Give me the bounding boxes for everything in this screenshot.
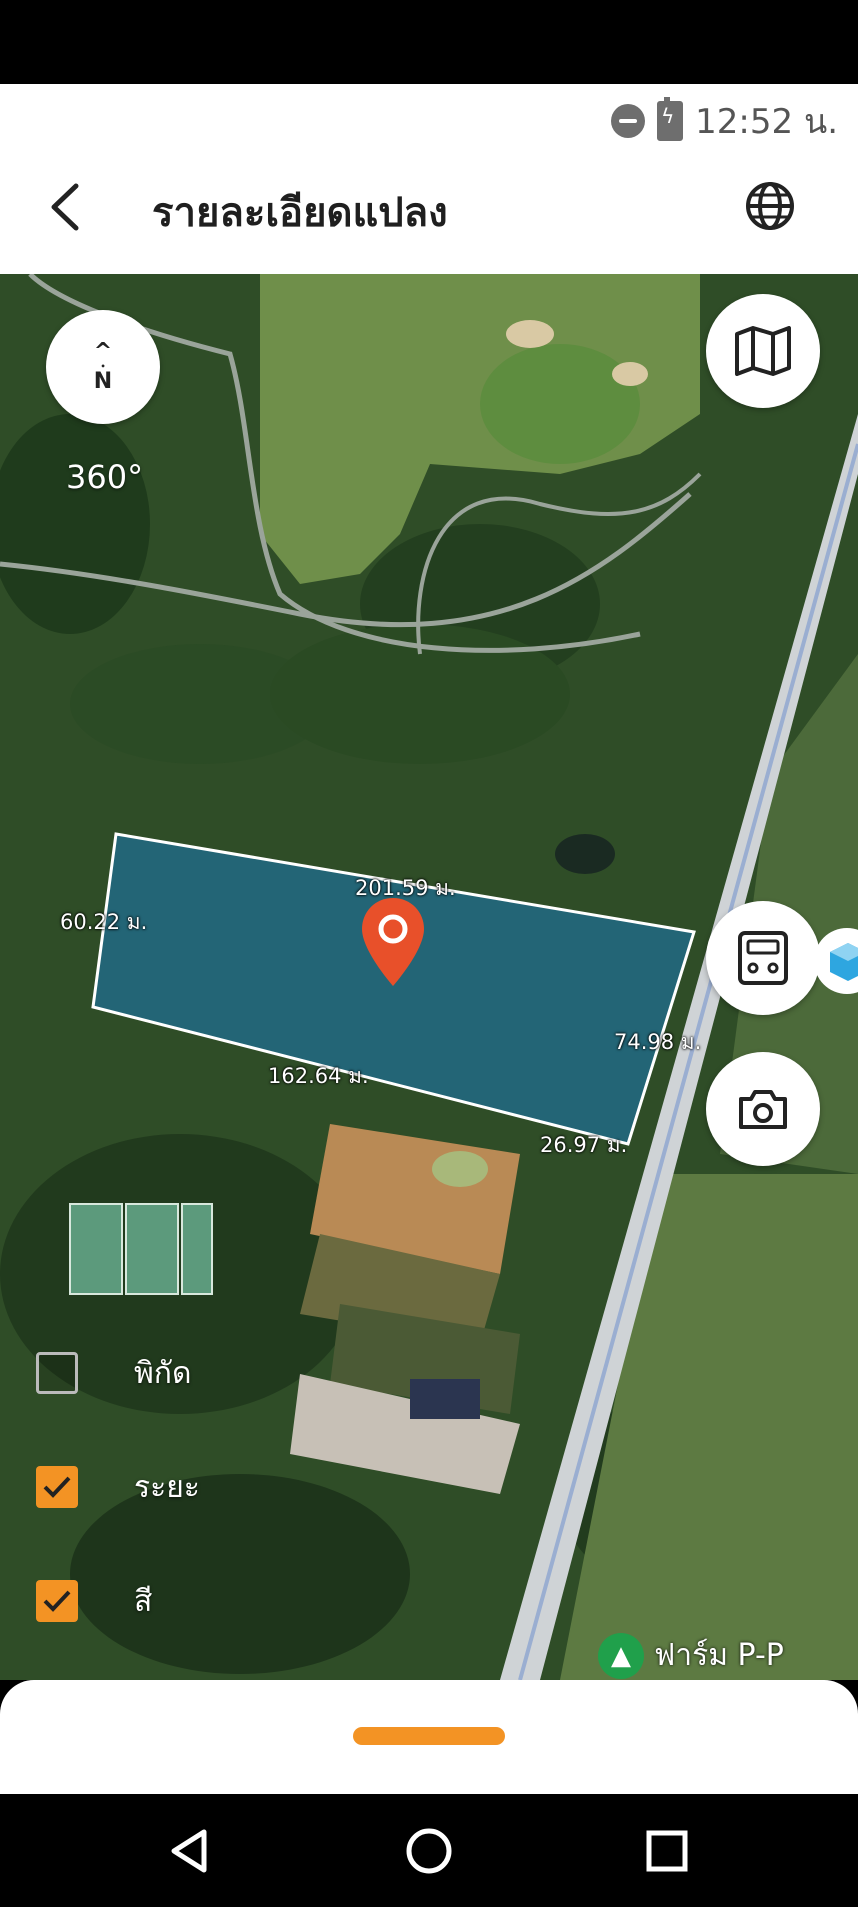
checkbox-distance[interactable] [36, 1466, 78, 1508]
layer-toggle-distance[interactable]: ระยะ [36, 1466, 200, 1508]
nav-recents-button[interactable] [642, 1826, 692, 1876]
status-indicators: 12:52 น. [611, 94, 838, 148]
checkbox-coordinates[interactable] [36, 1352, 78, 1394]
checkmark-icon [43, 1590, 71, 1612]
distance-label-top: 201.59 ม. [355, 876, 456, 900]
calculator-icon [738, 931, 788, 985]
back-button[interactable] [38, 172, 98, 242]
dnd-icon [611, 104, 646, 138]
location-pin-icon[interactable] [360, 896, 426, 988]
nav-home-button[interactable] [404, 1826, 454, 1876]
distance-label-bottom: 162.64 ม. [268, 1064, 369, 1088]
back-arrow-icon [51, 183, 79, 231]
poi-label: ฟาร์ม P-P [654, 1638, 784, 1673]
nav-recents-icon [646, 1830, 688, 1872]
distance-label-left: 60.22 ม. [60, 910, 148, 934]
camera-button[interactable] [706, 1052, 820, 1166]
map-icon [735, 326, 791, 376]
compass-arrow: ^ [93, 339, 113, 364]
checkmark-icon [43, 1476, 71, 1498]
compass-icon: ^ • N [93, 339, 113, 394]
compass-button[interactable]: ^ • N [46, 310, 160, 424]
nav-back-icon [171, 1829, 207, 1873]
top-black-bar [0, 0, 858, 84]
nav-back-button[interactable] [166, 1826, 216, 1876]
layer-toggle-color[interactable]: สี [36, 1580, 152, 1622]
calculator-button[interactable] [706, 901, 820, 1015]
language-button[interactable] [742, 178, 798, 234]
bottom-sheet-handle[interactable] [353, 1727, 505, 1745]
distance-label-bottom-right: 26.97 ม. [540, 1133, 628, 1157]
checkbox-color[interactable] [36, 1580, 78, 1622]
layer-label-color: สี [134, 1583, 153, 1619]
map-type-button[interactable] [706, 294, 820, 408]
tree-icon: ▲ [598, 1632, 644, 1679]
battery-icon [657, 97, 684, 141]
distance-label-right: 74.98 ม. [614, 1030, 702, 1054]
globe-icon [746, 182, 794, 230]
heading-degrees: 360° [66, 458, 144, 496]
compass-letter: N [93, 369, 113, 394]
camera-icon [739, 1090, 787, 1129]
layer-label-distance: ระยะ [134, 1469, 200, 1505]
layer-toggle-coordinates[interactable]: พิกัด [36, 1352, 191, 1394]
cube-icon [830, 943, 858, 981]
status-time: 12:52 น. [695, 102, 838, 142]
nav-home-icon [406, 1828, 452, 1874]
layer-label-coordinates: พิกัด [134, 1355, 192, 1391]
page-title: รายละเอียดแปลง [152, 190, 448, 236]
map-poi[interactable]: ▲ ฟาร์ม P-P [598, 1632, 784, 1679]
